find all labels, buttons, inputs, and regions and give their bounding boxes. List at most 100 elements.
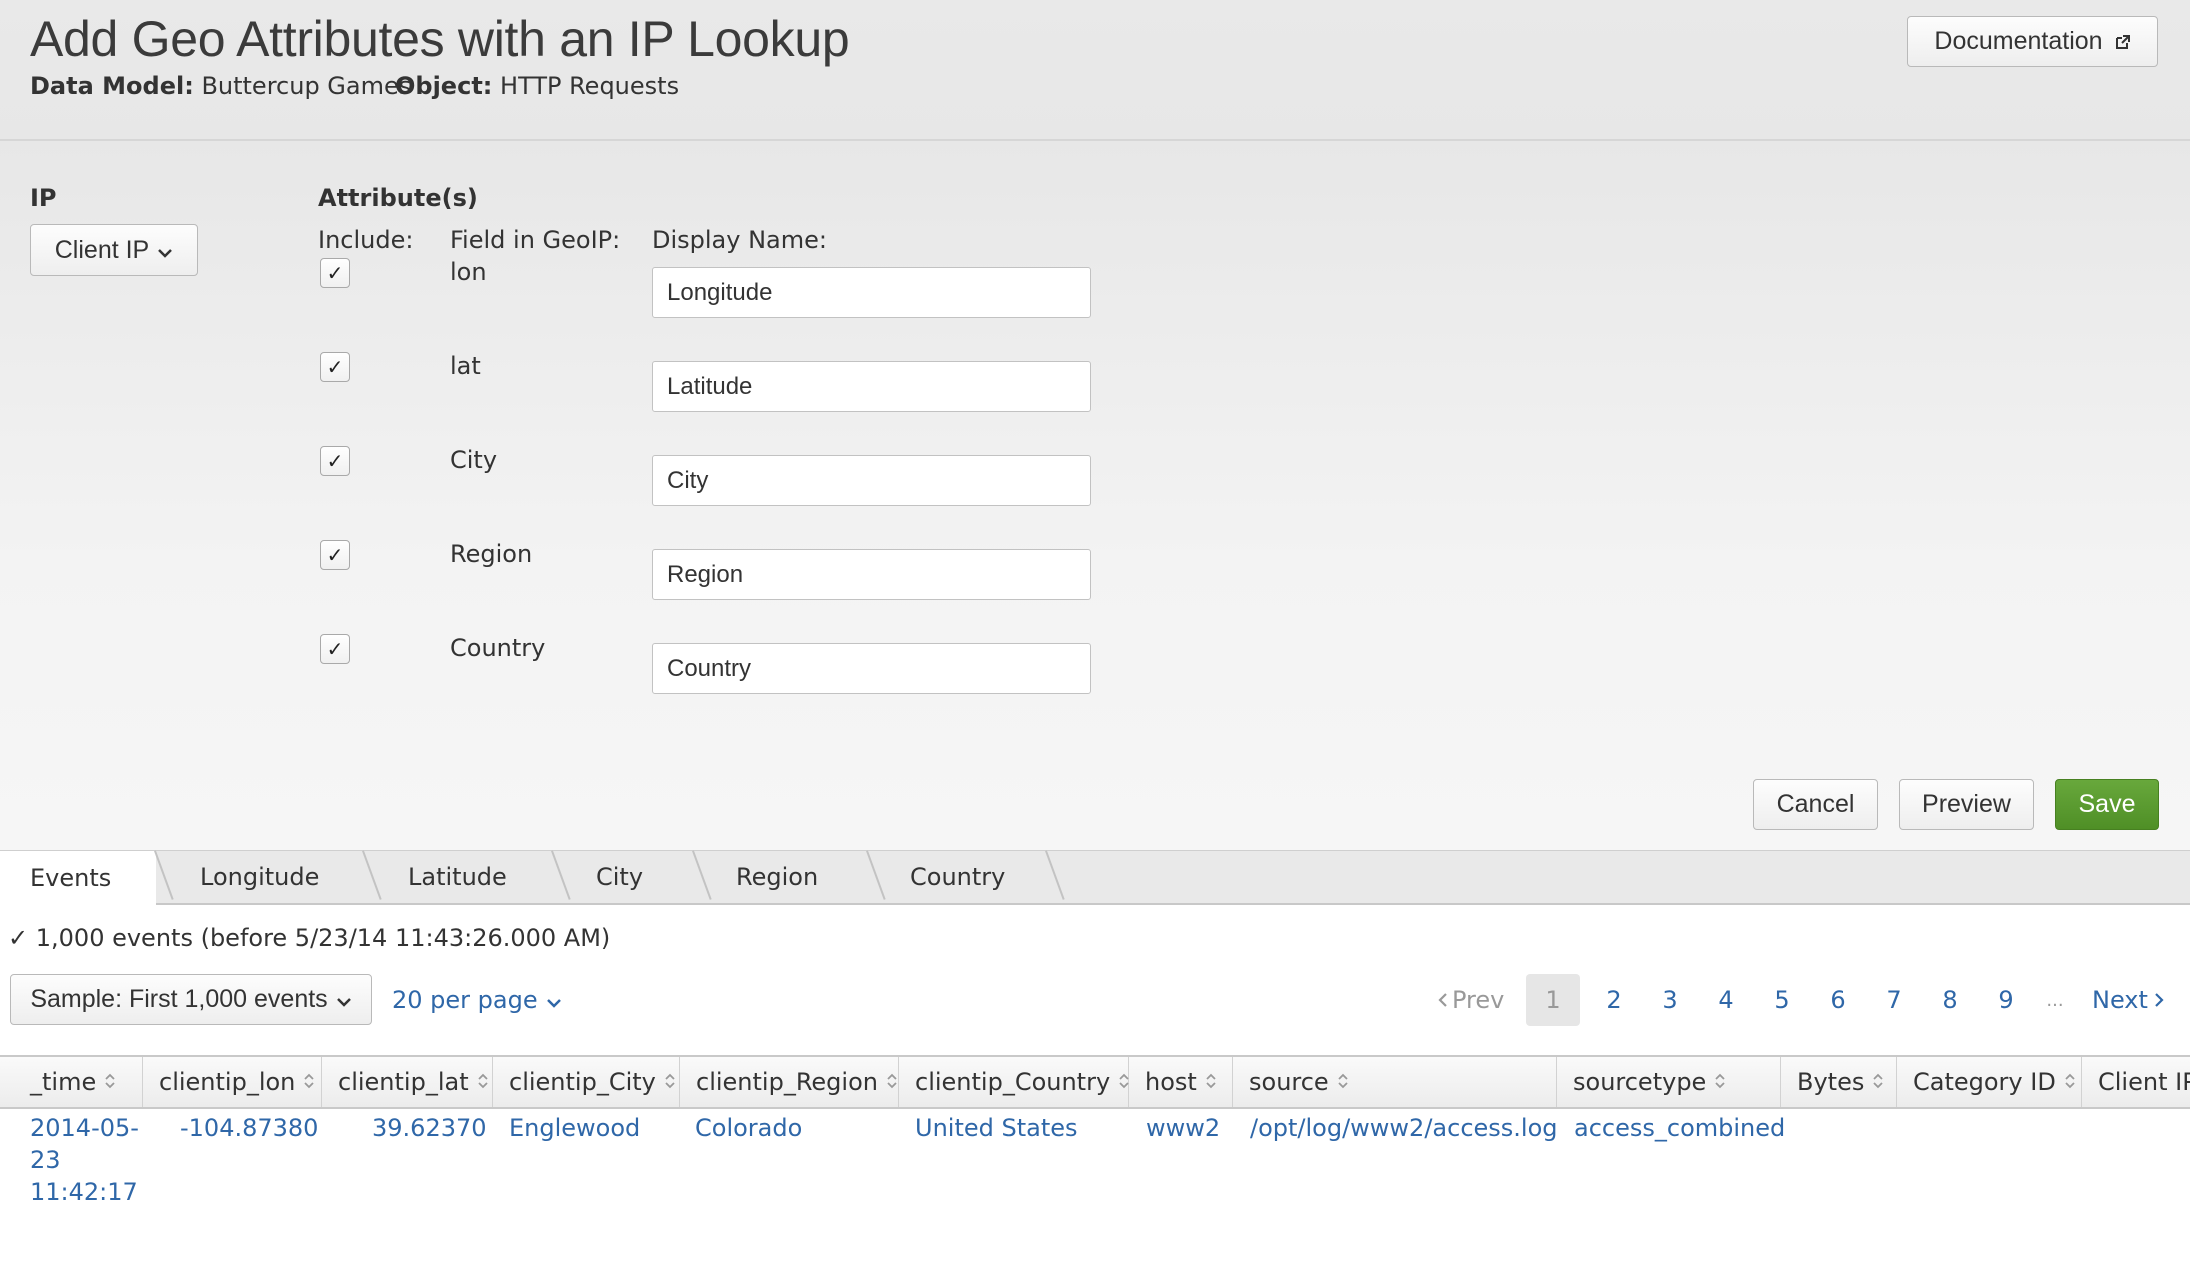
sort-icon — [303, 1068, 315, 1096]
column-header-sourcetype[interactable]: sourcetype — [1557, 1057, 1781, 1107]
column-header-bytes[interactable]: Bytes — [1781, 1057, 1897, 1107]
include-checkbox-region[interactable]: ✓ — [320, 540, 350, 570]
pager-ellipsis: ... — [2046, 989, 2064, 1011]
pager-page-3[interactable]: 3 — [1656, 974, 1684, 1026]
ip-label: IP — [30, 184, 57, 212]
column-header-label: clientip_Region — [696, 1068, 878, 1096]
pager-prev-label: Prev — [1452, 986, 1505, 1014]
ip-select-value: Client IP — [54, 235, 150, 264]
chevron-down-icon — [546, 986, 562, 1014]
pager-page-5[interactable]: 5 — [1768, 974, 1796, 1026]
per-page-select[interactable]: 20 per page — [392, 974, 562, 1026]
geoip-field-region: Region — [450, 540, 533, 568]
tab-events[interactable]: Events — [0, 851, 156, 905]
cancel-button[interactable]: Cancel — [1753, 779, 1878, 830]
pager-page-6[interactable]: 6 — [1824, 974, 1852, 1026]
geoip-field-city: City — [450, 446, 498, 474]
tab-latitude[interactable]: Latitude — [408, 851, 507, 903]
object-value: HTTP Requests — [500, 72, 680, 100]
column-header-clientip-region[interactable]: clientip_Region — [680, 1057, 899, 1107]
cell-clientip-lat[interactable]: 39.62370 — [372, 1114, 487, 1142]
geoip-field-lon: lon — [450, 258, 487, 286]
display-name-input-country[interactable] — [652, 643, 1091, 694]
cell-clientip-lon[interactable]: -104.87380 — [180, 1114, 318, 1142]
object-info: Object: HTTP Requests — [395, 72, 679, 100]
sample-select[interactable]: Sample: First 1,000 events — [10, 974, 372, 1025]
tab-separator — [362, 850, 382, 900]
display-name-input-region[interactable] — [652, 549, 1091, 600]
column-header-label: clientip_Country — [915, 1068, 1111, 1096]
pager-page-7[interactable]: 7 — [1880, 974, 1908, 1026]
include-checkbox-city[interactable]: ✓ — [320, 446, 350, 476]
geoip-field-lat: lat — [450, 352, 481, 380]
display-name-label: Display Name: — [652, 226, 827, 254]
column-header-time[interactable]: _time — [0, 1057, 143, 1107]
pager-prev[interactable]: Prev — [1438, 974, 1504, 1026]
pager-page-8[interactable]: 8 — [1936, 974, 1964, 1026]
tab-separator — [866, 850, 886, 900]
ip-select[interactable]: Client IP — [30, 224, 198, 276]
column-header-client-ip[interactable]: Client IP — [2082, 1057, 2190, 1107]
cell-source[interactable]: /opt/log/www2/access.log — [1250, 1114, 1558, 1142]
tab-separator — [1045, 850, 1065, 900]
cell-time-date[interactable]: 2014-05- — [30, 1114, 139, 1142]
sort-icon — [1872, 1068, 1884, 1096]
include-checkbox-lon[interactable]: ✓ — [320, 258, 350, 288]
cell-sourcetype[interactable]: access_combined — [1574, 1114, 1785, 1142]
save-button[interactable]: Save — [2055, 779, 2159, 830]
cell-clientip-city[interactable]: Englewood — [509, 1114, 640, 1142]
tab-region[interactable]: Region — [736, 851, 818, 903]
tab-country[interactable]: Country — [910, 851, 1005, 903]
preview-button[interactable]: Preview — [1899, 779, 2034, 830]
cell-host[interactable]: www2 — [1146, 1114, 1220, 1142]
tab-separator — [551, 850, 571, 900]
tab-city[interactable]: City — [596, 851, 643, 903]
column-header-clientip-country[interactable]: clientip_Country — [899, 1057, 1129, 1107]
tab-longitude[interactable]: Longitude — [200, 851, 319, 903]
pager-page-9[interactable]: 9 — [1992, 974, 2020, 1026]
results-table-header: _time clientip_lon clientip_lat clientip… — [0, 1055, 2190, 1109]
column-header-label: Client IP — [2098, 1068, 2190, 1096]
column-header-label: sourcetype — [1573, 1068, 1707, 1096]
column-header-category-id[interactable]: Category ID — [1897, 1057, 2082, 1107]
include-checkbox-country[interactable]: ✓ — [320, 634, 350, 664]
pager-next[interactable]: Next — [2092, 974, 2164, 1026]
pager-page-4[interactable]: 4 — [1712, 974, 1740, 1026]
data-model-value: Buttercup Games — [201, 72, 412, 100]
page-title: Add Geo Attributes with an IP Lookup — [30, 11, 850, 67]
pager-page-1[interactable]: 1 — [1526, 974, 1580, 1026]
sort-icon — [886, 1068, 898, 1096]
column-header-label: clientip_lat — [338, 1068, 469, 1096]
include-checkbox-lat[interactable]: ✓ — [320, 352, 350, 382]
cell-clientip-country[interactable]: United States — [915, 1114, 1078, 1142]
column-header-label: clientip_lon — [159, 1068, 296, 1096]
display-name-input-city[interactable] — [652, 455, 1091, 506]
sort-icon — [1714, 1068, 1726, 1096]
column-header-clientip-city[interactable]: clientip_City — [493, 1057, 680, 1107]
pager-page-2[interactable]: 2 — [1600, 974, 1628, 1026]
column-header-label: host — [1145, 1068, 1197, 1096]
chevron-down-icon — [157, 236, 173, 265]
column-header-clientip-lat[interactable]: clientip_lat — [322, 1057, 493, 1107]
cell-time-clock[interactable]: 11:42:17 — [30, 1178, 138, 1206]
external-link-icon — [2115, 34, 2131, 50]
sample-select-label: Sample: First 1,000 events — [30, 985, 328, 1013]
column-header-clientip-lon[interactable]: clientip_lon — [143, 1057, 322, 1107]
column-header-host[interactable]: host — [1129, 1057, 1233, 1107]
cell-clientip-region[interactable]: Colorado — [695, 1114, 802, 1142]
search-status: ✓ 1,000 events (before 5/23/14 11:43:26.… — [8, 924, 610, 952]
column-header-label: clientip_City — [509, 1068, 656, 1096]
chevron-left-icon — [1438, 986, 1448, 1014]
sort-icon — [1205, 1068, 1217, 1096]
cell-time-day[interactable]: 23 — [30, 1146, 61, 1174]
column-header-source[interactable]: source — [1233, 1057, 1557, 1107]
display-name-input-lon[interactable] — [652, 267, 1091, 318]
data-model-label: Data Model: — [30, 72, 194, 100]
display-name-input-lat[interactable] — [652, 361, 1091, 412]
documentation-button[interactable]: Documentation — [1907, 16, 2158, 67]
data-model-info: Data Model: Buttercup Games — [30, 72, 411, 100]
chevron-right-icon — [2154, 986, 2164, 1014]
check-icon: ✓ — [8, 924, 29, 952]
geoip-field-country: Country — [450, 634, 546, 662]
sort-icon — [1337, 1068, 1349, 1096]
